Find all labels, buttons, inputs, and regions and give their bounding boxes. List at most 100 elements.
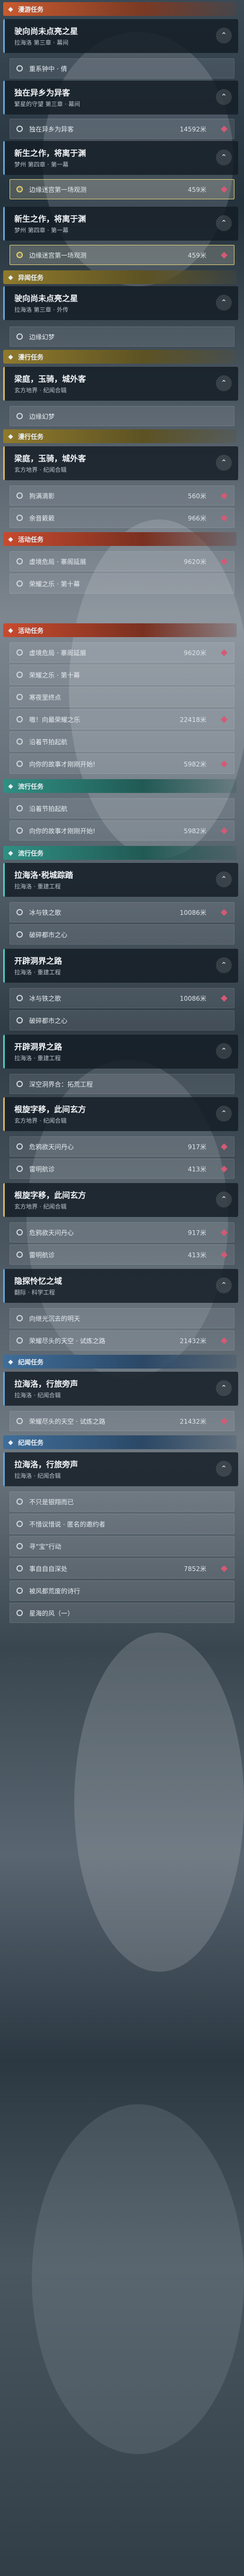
- status-circle-icon: [16, 1587, 23, 1594]
- objective-row[interactable]: 边缘迷宫第一场观测 459米: [10, 245, 234, 265]
- category-tab[interactable]: ◆ 活动任务: [3, 623, 237, 637]
- distance-text: 917米: [188, 1143, 206, 1151]
- objective-row[interactable]: 危鸦欲天问丹心 917米: [10, 1222, 234, 1242]
- chevron-up-icon[interactable]: ⌃: [216, 957, 232, 973]
- mission-card[interactable]: 梁庭，玉骑，城外客 玄方地界 · 纪闻合辑 ⌃: [3, 367, 238, 401]
- mission-card[interactable]: 开辟洞界之路 拉海洛 · 重建工程 ⌃: [3, 1035, 238, 1069]
- mission-card[interactable]: 拉海洛，行旅旁声 拉海洛 · 纪闻合辑 ⌃: [3, 1372, 238, 1406]
- diamond-icon: [221, 251, 228, 259]
- objective-text: 事自自自深处: [29, 1565, 68, 1573]
- mission-title: 拉海洛，行旅旁声: [14, 1460, 79, 1469]
- category-tab[interactable]: ◆ 纪闻任务: [3, 1355, 237, 1369]
- objective-row[interactable]: 重系钟中 · 倩: [10, 58, 234, 78]
- objective-row[interactable]: 荣耀之乐 · 第十幕: [10, 574, 234, 594]
- mission-card[interactable]: 驶向尚未点亮之星 拉海洛 第三章 · 幕间 ⌃: [3, 19, 238, 53]
- category-tab[interactable]: ◆ 流行任务: [3, 779, 237, 793]
- distance-text: 966米: [188, 514, 206, 522]
- mission-card[interactable]: 根旋字移，此间玄方 玄方地界 · 纪闻合辑 ⌃: [3, 1183, 238, 1217]
- mission-title: 根旋字移，此间玄方: [14, 1105, 86, 1114]
- chevron-up-icon[interactable]: ⌃: [216, 1277, 232, 1293]
- objective-row[interactable]: 向继光沉去的明天: [10, 1308, 234, 1328]
- objective-text: 虚境危局 · 寨阁延展: [29, 558, 86, 566]
- objective-row[interactable]: 破碎都市之心: [10, 924, 234, 945]
- objective-text: 破碎都市之心: [29, 1017, 68, 1025]
- mission-card[interactable]: 新生之作，将离于渊 梦州 第四章 · 第一幕 ⌃: [3, 207, 238, 241]
- chevron-up-icon[interactable]: ⌃: [216, 455, 232, 471]
- objective-row[interactable]: 事自自自深处 7852米: [10, 1558, 234, 1578]
- category-icon: ◆: [8, 433, 13, 440]
- diamond-icon: [221, 1417, 228, 1425]
- mission-card[interactable]: 梁庭，玉骑，城外客 玄方地界 · 纪闻合辑 ⌃: [3, 446, 238, 480]
- objective-row[interactable]: 星海的风（一）: [10, 1603, 234, 1623]
- objective-row[interactable]: 荣耀之乐 · 第十幕: [10, 665, 234, 685]
- category-tab[interactable]: ◆ 异闻任务: [3, 270, 237, 284]
- objective-row[interactable]: 深空洞界合：拓荒工程: [10, 1074, 234, 1094]
- chevron-up-icon[interactable]: ⌃: [216, 1461, 232, 1477]
- objective-row[interactable]: 被风都荒废的诗行: [10, 1581, 234, 1601]
- category-tab[interactable]: ◆ 活动任务: [3, 532, 237, 546]
- status-circle-icon: [16, 649, 23, 656]
- objective-row[interactable]: 冰与铁之歌 10086米: [10, 902, 234, 922]
- category-tab[interactable]: ◆ 纪闻任务: [3, 1435, 237, 1449]
- objective-row[interactable]: 虚境危局 · 寨阁延展 9620米: [10, 642, 234, 663]
- objective-row[interactable]: 冰与铁之歌 10086米: [10, 988, 234, 1008]
- objective-row[interactable]: 沿着节拍起航: [10, 798, 234, 818]
- mission-card[interactable]: 开辟洞界之路 拉海洛 · 重建工程 ⌃: [3, 949, 238, 983]
- mission-card[interactable]: 驶向尚未点亮之星 拉海洛 第三章 · 外传 ⌃: [3, 286, 238, 320]
- objective-row[interactable]: 独在异乡为异客 14592米: [10, 119, 234, 139]
- mission-card[interactable]: 独在异乡为异客 繁星的守望 第三章 · 幕间 ⌃: [3, 81, 238, 114]
- chevron-up-icon[interactable]: ⌃: [216, 295, 232, 311]
- objective-row[interactable]: 荣耀尽头的天空 · 试炼之路 21432米: [10, 1330, 234, 1351]
- objective-row[interactable]: 虚境危局 · 寨阁延展 9620米: [10, 551, 234, 571]
- objective-row[interactable]: 雷明航诊 413米: [10, 1245, 234, 1265]
- objective-row[interactable]: 不只是银翔而已: [10, 1492, 234, 1512]
- chevron-up-icon[interactable]: ⌃: [216, 28, 232, 43]
- mission-card[interactable]: 拉海洛，行旅旁声 拉海洛 · 纪闻合辑 ⌃: [3, 1452, 238, 1486]
- category-tab[interactable]: ◆ 漫游任务: [3, 2, 237, 16]
- status-circle-icon: [16, 1521, 23, 1527]
- objective-row[interactable]: 边缘幻梦: [10, 327, 234, 347]
- category-tab[interactable]: ◆ 流行任务: [3, 846, 237, 860]
- status-circle-icon: [16, 65, 23, 72]
- objective-row[interactable]: 狗满滴影 560米: [10, 486, 234, 506]
- objective-row[interactable]: 寻“宝”行动: [10, 1536, 234, 1556]
- objective-row[interactable]: 余音簌簌 966米: [10, 508, 234, 528]
- status-circle-icon: [16, 1610, 23, 1616]
- diamond-icon: [221, 125, 228, 133]
- category-tab[interactable]: ◆ 漫行任务: [3, 429, 237, 443]
- mission-card[interactable]: 新生之作，将离于渊 梦州 第四章 · 第一幕 ⌃: [3, 141, 238, 175]
- objective-row[interactable]: 雷明航诊 413米: [10, 1159, 234, 1179]
- objective-row[interactable]: 向你的故事才刚刚开始! 5982米: [10, 821, 234, 841]
- category-tab[interactable]: ◆ 漫行任务: [3, 350, 237, 364]
- chevron-up-icon[interactable]: ⌃: [216, 89, 232, 105]
- chevron-up-icon[interactable]: ⌃: [216, 1043, 232, 1059]
- chevron-up-icon[interactable]: ⌃: [216, 149, 232, 165]
- objective-row[interactable]: 寒夜里终点: [10, 687, 234, 707]
- diamond-icon: [221, 1565, 228, 1572]
- mission-title: 新生之作，将离于渊: [14, 214, 86, 224]
- objective-row[interactable]: 沿着节拍起航: [10, 731, 234, 752]
- objective-row[interactable]: 嗷！向最荣耀之乐 22418米: [10, 709, 234, 729]
- objective-row[interactable]: 破碎都市之心: [10, 1010, 234, 1030]
- mission-card[interactable]: 隐探怜忆之域 翻际 · 科学工程 ⌃: [3, 1269, 238, 1303]
- mission-card[interactable]: 拉海洛·税城踪踏 拉海洛 · 重建工程 ⌃: [3, 863, 238, 897]
- chevron-up-icon[interactable]: ⌃: [216, 1106, 232, 1122]
- chevron-up-icon[interactable]: ⌃: [216, 1192, 232, 1207]
- objective-row[interactable]: 向你的故事才刚刚开始! 5982米: [10, 754, 234, 774]
- mission-card[interactable]: 根旋字移，此间玄方 玄方地界 · 纪闻合辑 ⌃: [3, 1097, 238, 1131]
- objective-row[interactable]: 荣耀尽头的天空 · 试炼之路 21432米: [10, 1411, 234, 1431]
- status-circle-icon: [16, 1543, 23, 1549]
- objective-row[interactable]: 不惜议惜说 · 匿名的邀约者: [10, 1514, 234, 1534]
- diamond-icon: [221, 760, 228, 767]
- mission-title: 开辟洞界之路: [14, 956, 63, 966]
- objective-row[interactable]: 边缘迷宫第一场观测 459米: [10, 179, 234, 199]
- objective-text: 荣耀尽头的天空 · 试炼之路: [29, 1337, 106, 1345]
- chevron-up-icon[interactable]: ⌃: [216, 215, 232, 231]
- objective-row[interactable]: 危鸦欲天问丹心 917米: [10, 1136, 234, 1157]
- objective-row[interactable]: 边缘幻梦: [10, 406, 234, 426]
- chevron-up-icon[interactable]: ⌃: [216, 1380, 232, 1396]
- distance-text: 9620米: [184, 558, 206, 566]
- chevron-up-icon[interactable]: ⌃: [216, 871, 232, 887]
- chevron-up-icon[interactable]: ⌃: [216, 375, 232, 391]
- objective-text: 不惜议惜说 · 匿名的邀约者: [29, 1520, 106, 1528]
